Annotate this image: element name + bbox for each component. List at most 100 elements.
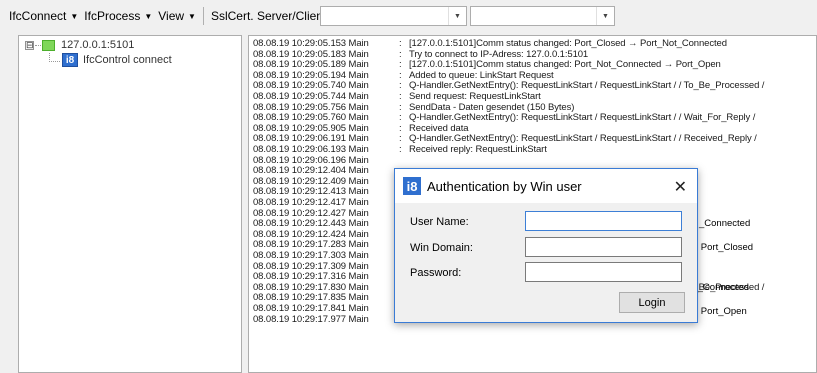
menu-ifcconnect-label: IfcConnect <box>9 9 67 23</box>
tree-child-node[interactable]: i8 IfcControl connect <box>49 52 172 67</box>
log-timestamp: 08.08.19 10:29:12.409 Main <box>253 175 369 187</box>
log-timestamp: 08.08.19 10:29:06.196 Main <box>253 154 369 166</box>
password-input[interactable] <box>525 262 682 282</box>
log-timestamp: 08.08.19 10:29:17.977 Main <box>253 313 369 325</box>
log-timestamp: 08.08.19 10:29:06.193 Main <box>253 144 369 155</box>
log-separator: : <box>399 91 402 102</box>
log-timestamp: 08.08.19 10:29:12.404 Main <box>253 165 369 177</box>
connection-status-icon <box>42 39 55 51</box>
log-line: 08.08.19 10:29:12.417 Main <box>253 198 409 208</box>
tree-line <box>35 44 41 46</box>
log-message: Received data <box>409 122 469 134</box>
collapse-icon[interactable]: ⊟ <box>25 40 34 50</box>
log-timestamp: 08.08.19 10:29:05.189 Main <box>253 59 369 71</box>
log-timestamp: 08.08.19 10:29:05.756 Main <box>253 101 369 113</box>
tree-child-label: IfcControl connect <box>83 54 172 66</box>
log-line: 08.08.19 10:29:05.189 Main: [127.0.0.1:51… <box>253 60 721 70</box>
log-timestamp: 08.08.19 10:29:05.153 Main <box>253 38 369 49</box>
log-line: 08.08.19 10:29:05.183 Main: Try to connec… <box>253 48 589 60</box>
log-fragment: _Connected <box>699 218 751 229</box>
close-icon[interactable]: ✕ <box>674 177 687 197</box>
log-separator: : <box>399 59 402 71</box>
log-line: 08.08.19 10:29:17.316 Main <box>253 272 409 282</box>
log-message: Added to queue: LinkStart Request <box>409 69 554 81</box>
chevron-down-icon[interactable]: ▼ <box>596 7 614 25</box>
log-timestamp: 08.08.19 10:29:05.744 Main <box>253 91 369 102</box>
log-timestamp: 08.08.19 10:29:17.830 Main <box>253 281 369 293</box>
log-line: 08.08.19 10:29:12.404 Main <box>253 166 409 176</box>
user-name-input[interactable] <box>525 211 682 231</box>
log-message: Received reply: RequestLinkStart <box>409 144 547 155</box>
log-line: 08.08.19 10:29:05.760 Main: Q-Handler.Get… <box>253 113 755 123</box>
log-line: 08.08.19 10:29:12.409 Main <box>253 175 409 187</box>
ifc-control-icon: i8 <box>62 53 78 67</box>
log-line: 08.08.19 10:29:05.905 Main: Received data <box>253 122 469 134</box>
log-timestamp: 08.08.19 10:29:17.841 Main <box>253 303 369 314</box>
log-line: 08.08.19 10:29:12.424 Main <box>253 228 409 240</box>
log-message: Q-Handler.GetNextEntry(): RequestLinkSta… <box>409 80 765 92</box>
log-separator: : <box>399 101 402 113</box>
log-line: 08.08.19 10:29:12.427 Main <box>253 208 409 219</box>
ssl-client-combo[interactable]: ▼ <box>470 6 615 26</box>
tree-line <box>49 52 60 62</box>
log-separator: : <box>399 48 402 60</box>
ssl-server-combo[interactable]: ▼ <box>320 6 467 26</box>
log-separator: : <box>399 122 402 134</box>
log-separator: : <box>399 133 402 145</box>
tree-root-label: 127.0.0.1:5101 <box>61 39 135 51</box>
log-message: [127.0.0.1:5101]Comm status changed: Por… <box>409 59 721 71</box>
log-line: 08.08.19 10:29:05.740 Main: Q-Handler.Get… <box>253 81 764 91</box>
connection-tree[interactable]: ⊟ 127.0.0.1:5101 i8 IfcControl connect <box>18 35 242 373</box>
log-message: SendData - Daten gesendet (150 Bytes) <box>409 101 575 113</box>
log-timestamp: 08.08.19 10:29:17.303 Main <box>253 250 369 261</box>
menu-view-label: View <box>158 9 185 23</box>
log-timestamp: 08.08.19 10:29:17.316 Main <box>253 271 369 283</box>
log-message: Send request: RequestLinkStart <box>409 91 541 102</box>
log-line: 08.08.19 10:29:17.303 Main <box>253 251 409 261</box>
log-separator: : <box>399 112 402 124</box>
log-timestamp: 08.08.19 10:29:17.835 Main <box>253 292 369 304</box>
log-line: 08.08.19 10:29:05.153 Main: [127.0.0.1:51… <box>253 39 727 49</box>
log-line: 08.08.19 10:29:06.193 Main: Received repl… <box>253 145 547 155</box>
log-timestamp: 08.08.19 10:29:05.905 Main <box>253 122 369 134</box>
menu-ifcprocess[interactable]: IfcProcess ▼ <box>81 9 155 23</box>
log-timestamp: 08.08.19 10:29:12.424 Main <box>253 228 369 240</box>
ssl-cert-label: SslCert. Server/Client: <box>210 9 330 23</box>
log-separator <box>399 156 409 166</box>
log-separator: : <box>399 69 402 81</box>
chevron-down-icon: ▼ <box>144 11 153 21</box>
log-separator: : <box>399 144 402 155</box>
win-domain-label: Win Domain: <box>410 242 473 254</box>
chevron-down-icon: ▼ <box>70 11 79 21</box>
log-line: 08.08.19 10:29:05.756 Main: SendData - Da… <box>253 101 575 113</box>
tree-root-node[interactable]: ⊟ 127.0.0.1:5101 <box>25 39 134 51</box>
menu-bar: IfcConnect ▼ IfcProcess ▼ View ▼ SslCert… <box>0 7 333 25</box>
log-line: 08.08.19 10:29:12.443 Main <box>253 219 409 229</box>
log-message: Q-Handler.GetNextEntry(): RequestLinkSta… <box>409 112 756 124</box>
log-message: Try to connect to IP-Adress: 127.0.0.1:5… <box>409 48 589 60</box>
log-line: 08.08.19 10:29:05.744 Main: Send request:… <box>253 92 541 102</box>
log-line: 08.08.19 10:29:05.194 Main: Added to queu… <box>253 69 554 81</box>
log-line: 08.08.19 10:29:17.309 Main <box>253 260 409 272</box>
win-domain-input[interactable] <box>525 237 682 257</box>
chevron-down-icon[interactable]: ▼ <box>448 7 466 25</box>
dialog-title-bar[interactable]: i8 Authentication by Win user ✕ <box>395 169 697 203</box>
app-icon: i8 <box>403 177 421 195</box>
menu-view[interactable]: View ▼ <box>155 9 199 23</box>
log-separator: : <box>399 38 402 49</box>
log-timestamp: 08.08.19 10:29:17.283 Main <box>253 239 369 251</box>
log-line: 08.08.19 10:29:06.191 Main: Q-Handler.Get… <box>253 134 757 144</box>
log-fragment: t_Connected <box>695 282 749 293</box>
log-timestamp: 08.08.19 10:29:12.443 Main <box>253 218 369 230</box>
dialog-title: Authentication by Win user <box>427 178 582 194</box>
log-timestamp: 08.08.19 10:29:05.740 Main <box>253 80 369 92</box>
log-message: Q-Handler.GetNextEntry(): RequestLinkSta… <box>409 133 757 145</box>
log-timestamp: 08.08.19 10:29:17.309 Main <box>253 260 369 272</box>
menu-ifcconnect[interactable]: IfcConnect ▼ <box>6 9 81 23</box>
log-timestamp: 08.08.19 10:29:12.413 Main <box>253 186 369 198</box>
password-label: Password: <box>410 267 462 279</box>
log-fragment: · Port_Closed <box>695 242 754 253</box>
login-button[interactable]: Login <box>619 292 685 313</box>
log-fragment: · Port_Open <box>695 306 747 317</box>
log-timestamp: 08.08.19 10:29:12.417 Main <box>253 197 369 208</box>
